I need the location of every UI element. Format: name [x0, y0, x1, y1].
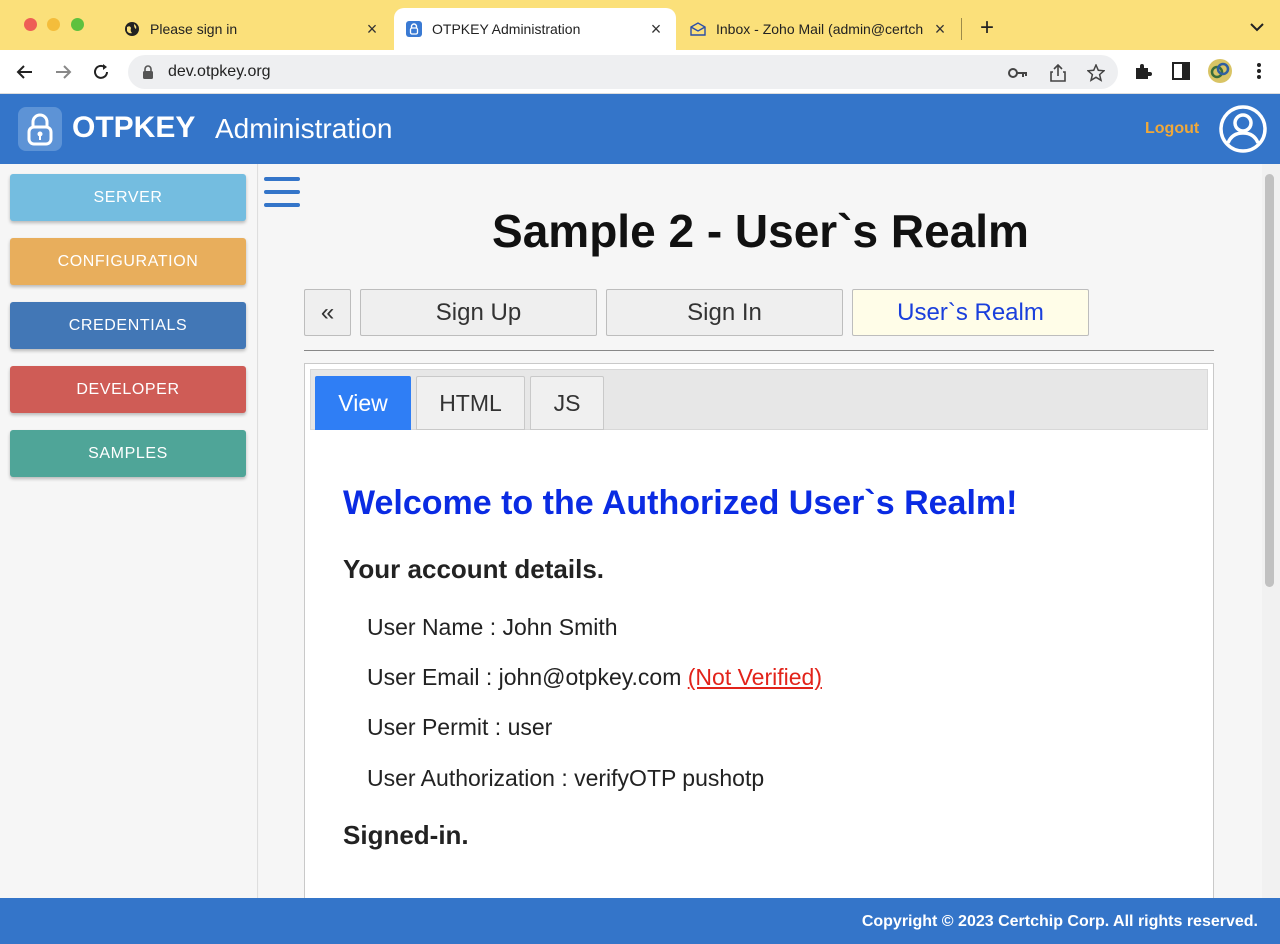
browser-toolbar: dev.otpkey.org — [0, 50, 1280, 94]
mail-icon — [690, 21, 706, 37]
back-arrow-icon[interactable] — [13, 60, 37, 84]
app-header: OTPKEY Administration Logout — [0, 94, 1280, 164]
email-not-verified-link[interactable]: (Not Verified) — [688, 664, 822, 690]
user-authorization-detail: User Authorization : verifyOTP pushotp — [367, 765, 765, 791]
forward-arrow-icon[interactable] — [51, 60, 75, 84]
signed-in-status: Signed-in. — [343, 820, 469, 850]
account-details-heading: Your account details. — [343, 554, 605, 584]
panel-tab-strip: View HTML JS — [310, 369, 1208, 430]
sample-panel: View HTML JS Welcome to the Authorized U… — [304, 363, 1214, 898]
tab-title: Inbox - Zoho Mail (admin@certchip — [716, 21, 924, 37]
profile-avatar-icon[interactable] — [1207, 58, 1233, 84]
share-icon[interactable] — [1048, 63, 1068, 83]
side-panel-icon[interactable] — [1170, 60, 1192, 82]
browser-tab-sign-in[interactable]: Please sign in × — [112, 8, 392, 50]
logout-link[interactable]: Logout — [1145, 120, 1199, 138]
sidebar-item-configuration[interactable]: CONFIGURATION — [10, 238, 246, 285]
sidebar-item-credentials[interactable]: CREDENTIALS — [10, 302, 246, 349]
browser-tab-bar: Please sign in × OTPKEY Administration ×… — [0, 0, 1280, 50]
sign-up-button[interactable]: Sign Up — [360, 289, 597, 336]
tab-html[interactable]: HTML — [416, 376, 525, 430]
tab-view[interactable]: View — [315, 376, 411, 430]
extensions-puzzle-icon[interactable] — [1132, 60, 1154, 82]
window-zoom-button[interactable] — [71, 18, 84, 31]
tab-title: OTPKEY Administration — [432, 21, 581, 37]
footer: Copyright © 2023 Certchip Corp. All righ… — [0, 898, 1280, 944]
sidebar-item-developer[interactable]: DEVELOPER — [10, 366, 246, 413]
page-scrollbar[interactable] — [1262, 164, 1280, 898]
chevron-down-icon[interactable] — [1248, 18, 1266, 36]
sidebar: SERVER CONFIGURATION CREDENTIALS DEVELOP… — [0, 164, 258, 898]
main-content: Sample 2 - User`s Realm « Sign Up Sign I… — [259, 164, 1262, 898]
user-email-row: User Email : john@otpkey.com (Not Verifi… — [367, 664, 822, 691]
sidebar-item-server[interactable]: SERVER — [10, 174, 246, 221]
scrollbar-thumb[interactable] — [1265, 174, 1274, 587]
users-realm-button[interactable]: User`s Realm — [852, 289, 1089, 336]
tab-js[interactable]: JS — [530, 376, 604, 430]
address-bar[interactable]: dev.otpkey.org — [128, 55, 1118, 89]
lock-icon — [143, 65, 153, 79]
user-avatar-icon[interactable] — [1218, 104, 1268, 154]
window-close-button[interactable] — [24, 18, 37, 31]
browser-menu-icon[interactable] — [1248, 60, 1270, 82]
sign-in-button[interactable]: Sign In — [606, 289, 843, 336]
user-name-detail: User Name : John Smith — [367, 614, 618, 640]
brand-name: OTPKEY — [72, 111, 196, 144]
otpkey-logo-icon[interactable] — [18, 107, 62, 151]
divider — [304, 350, 1214, 351]
user-permit-detail: User Permit : user — [367, 714, 553, 740]
user-email-detail: User Email : john@otpkey.com — [367, 664, 682, 690]
bookmark-star-icon[interactable] — [1086, 63, 1106, 83]
copyright-text: Copyright © 2023 Certchip Corp. All righ… — [861, 913, 1258, 930]
close-icon[interactable]: × — [364, 19, 380, 40]
tab-title: Please sign in — [150, 21, 238, 37]
browser-tab-otpkey-admin[interactable]: OTPKEY Administration × — [394, 8, 676, 50]
reload-icon[interactable] — [89, 60, 113, 84]
back-button[interactable]: « — [304, 289, 351, 336]
welcome-heading: Welcome to the Authorized User`s Realm! — [343, 484, 1018, 522]
globe-icon — [124, 21, 140, 37]
otpkey-lock-icon — [406, 21, 422, 37]
new-tab-icon[interactable]: + — [976, 14, 998, 42]
page-subtitle: Administration — [215, 113, 393, 144]
url-text[interactable]: dev.otpkey.org — [168, 63, 271, 81]
close-icon[interactable]: × — [648, 19, 664, 40]
sidebar-item-samples[interactable]: SAMPLES — [10, 430, 246, 477]
window-minimize-button[interactable] — [47, 18, 60, 31]
key-icon[interactable] — [1008, 63, 1028, 83]
browser-tab-zoho-mail[interactable]: Inbox - Zoho Mail (admin@certchip × — [678, 8, 960, 50]
tab-separator — [961, 18, 962, 40]
close-icon[interactable]: × — [932, 19, 948, 40]
page-title: Sample 2 - User`s Realm — [492, 205, 1029, 257]
